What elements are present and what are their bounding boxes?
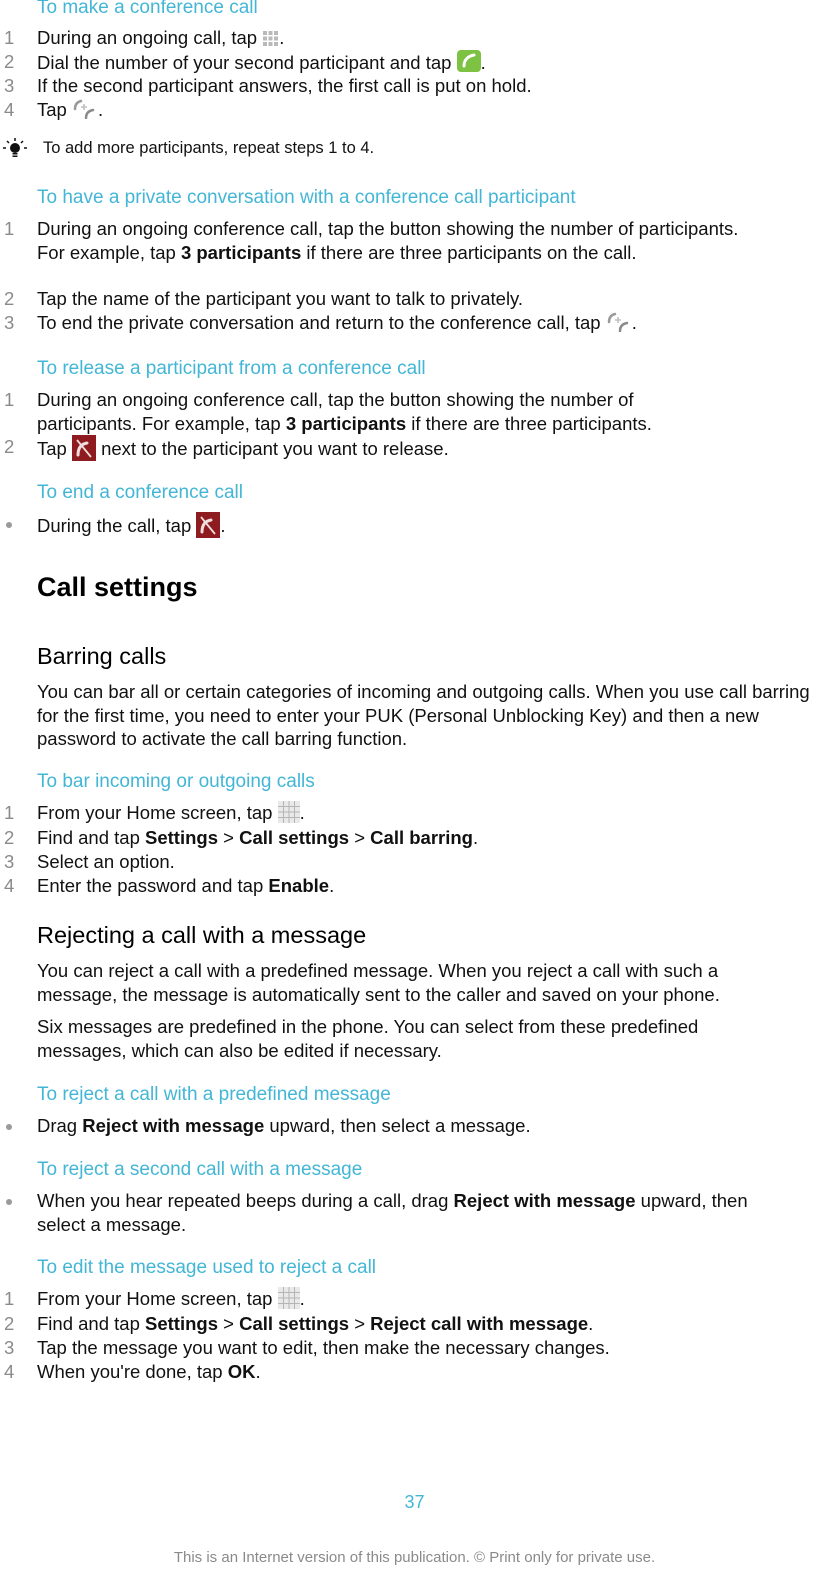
task-title-edit-message: To edit the message used to reject a cal… bbox=[37, 1257, 377, 1278]
ui-term: Reject call with message bbox=[370, 1313, 589, 1334]
ui-term: OK bbox=[227, 1361, 256, 1382]
step-number: 2 bbox=[4, 288, 15, 309]
task-title-reject-predefined: To reject a call with a predefined messa… bbox=[37, 1084, 391, 1105]
ui-term: Reject with message bbox=[82, 1115, 265, 1136]
tip-text: To add more participants, repeat steps 1… bbox=[43, 139, 375, 157]
step-number: 3 bbox=[4, 312, 15, 333]
step-number: 1 bbox=[4, 1288, 15, 1309]
step-number: 4 bbox=[4, 875, 15, 896]
step-number: 4 bbox=[4, 1361, 15, 1382]
end-call-icon bbox=[196, 512, 221, 538]
paragraph: Six messages are predefined in the phone… bbox=[37, 1016, 699, 1061]
call-icon bbox=[456, 50, 481, 72]
step-number: 1 bbox=[4, 389, 15, 410]
task-title-private-conversation: To have a private conversation with a co… bbox=[37, 187, 576, 208]
step-number: 3 bbox=[4, 75, 15, 96]
footer-notice: This is an Internet version of this publ… bbox=[173, 1549, 656, 1566]
step-number: 2 bbox=[4, 827, 15, 848]
app-grid-icon bbox=[277, 801, 300, 823]
ui-term: Reject with message bbox=[453, 1190, 636, 1211]
step-number: 2 bbox=[4, 436, 15, 457]
bullet bbox=[6, 522, 12, 528]
merge-calls-icon bbox=[607, 312, 628, 332]
ui-term: Settings bbox=[145, 827, 218, 848]
step-number: 1 bbox=[4, 27, 15, 48]
bullet bbox=[6, 1124, 12, 1130]
chapter-heading: Call settings bbox=[37, 572, 198, 602]
task-title-end-conference: To end a conference call bbox=[37, 482, 243, 503]
step-number: 4 bbox=[4, 99, 15, 120]
merge-calls-icon bbox=[73, 99, 95, 119]
app-grid-icon bbox=[277, 1287, 300, 1309]
ui-term: Call settings bbox=[239, 1313, 350, 1334]
bullet bbox=[6, 1199, 12, 1205]
section-heading-rejecting: Rejecting a call with a message bbox=[37, 922, 367, 948]
lightbulb-icon bbox=[3, 138, 27, 157]
task-title-bar-calls: To bar incoming or outgoing calls bbox=[37, 771, 315, 792]
ui-term: Settings bbox=[145, 1313, 218, 1334]
ui-term: Call barring bbox=[370, 827, 473, 848]
ui-term: Call settings bbox=[239, 827, 350, 848]
step-number: 2 bbox=[4, 1313, 15, 1334]
step-number: 1 bbox=[4, 802, 15, 823]
page-number: 37 bbox=[404, 1492, 425, 1512]
end-call-icon bbox=[71, 435, 96, 461]
task-title-reject-second: To reject a second call with a message bbox=[37, 1159, 363, 1180]
task-title-make-conference: To make a conference call bbox=[37, 0, 258, 18]
dialpad-icon bbox=[263, 31, 279, 46]
step-number: 1 bbox=[4, 218, 15, 239]
step-number: 2 bbox=[4, 51, 15, 72]
ui-term: 3 participants bbox=[180, 242, 302, 263]
ui-term: 3 participants bbox=[285, 413, 407, 434]
section-heading-barring: Barring calls bbox=[37, 643, 167, 669]
step-number: 3 bbox=[4, 1337, 15, 1358]
ui-term: Enable bbox=[268, 875, 330, 896]
paragraph: You can reject a call with a predefined … bbox=[37, 960, 720, 1005]
step-number: 3 bbox=[4, 851, 15, 872]
task-title-release-participant: To release a participant from a conferen… bbox=[37, 358, 426, 379]
paragraph: You can bar all or certain categories of… bbox=[37, 681, 810, 749]
